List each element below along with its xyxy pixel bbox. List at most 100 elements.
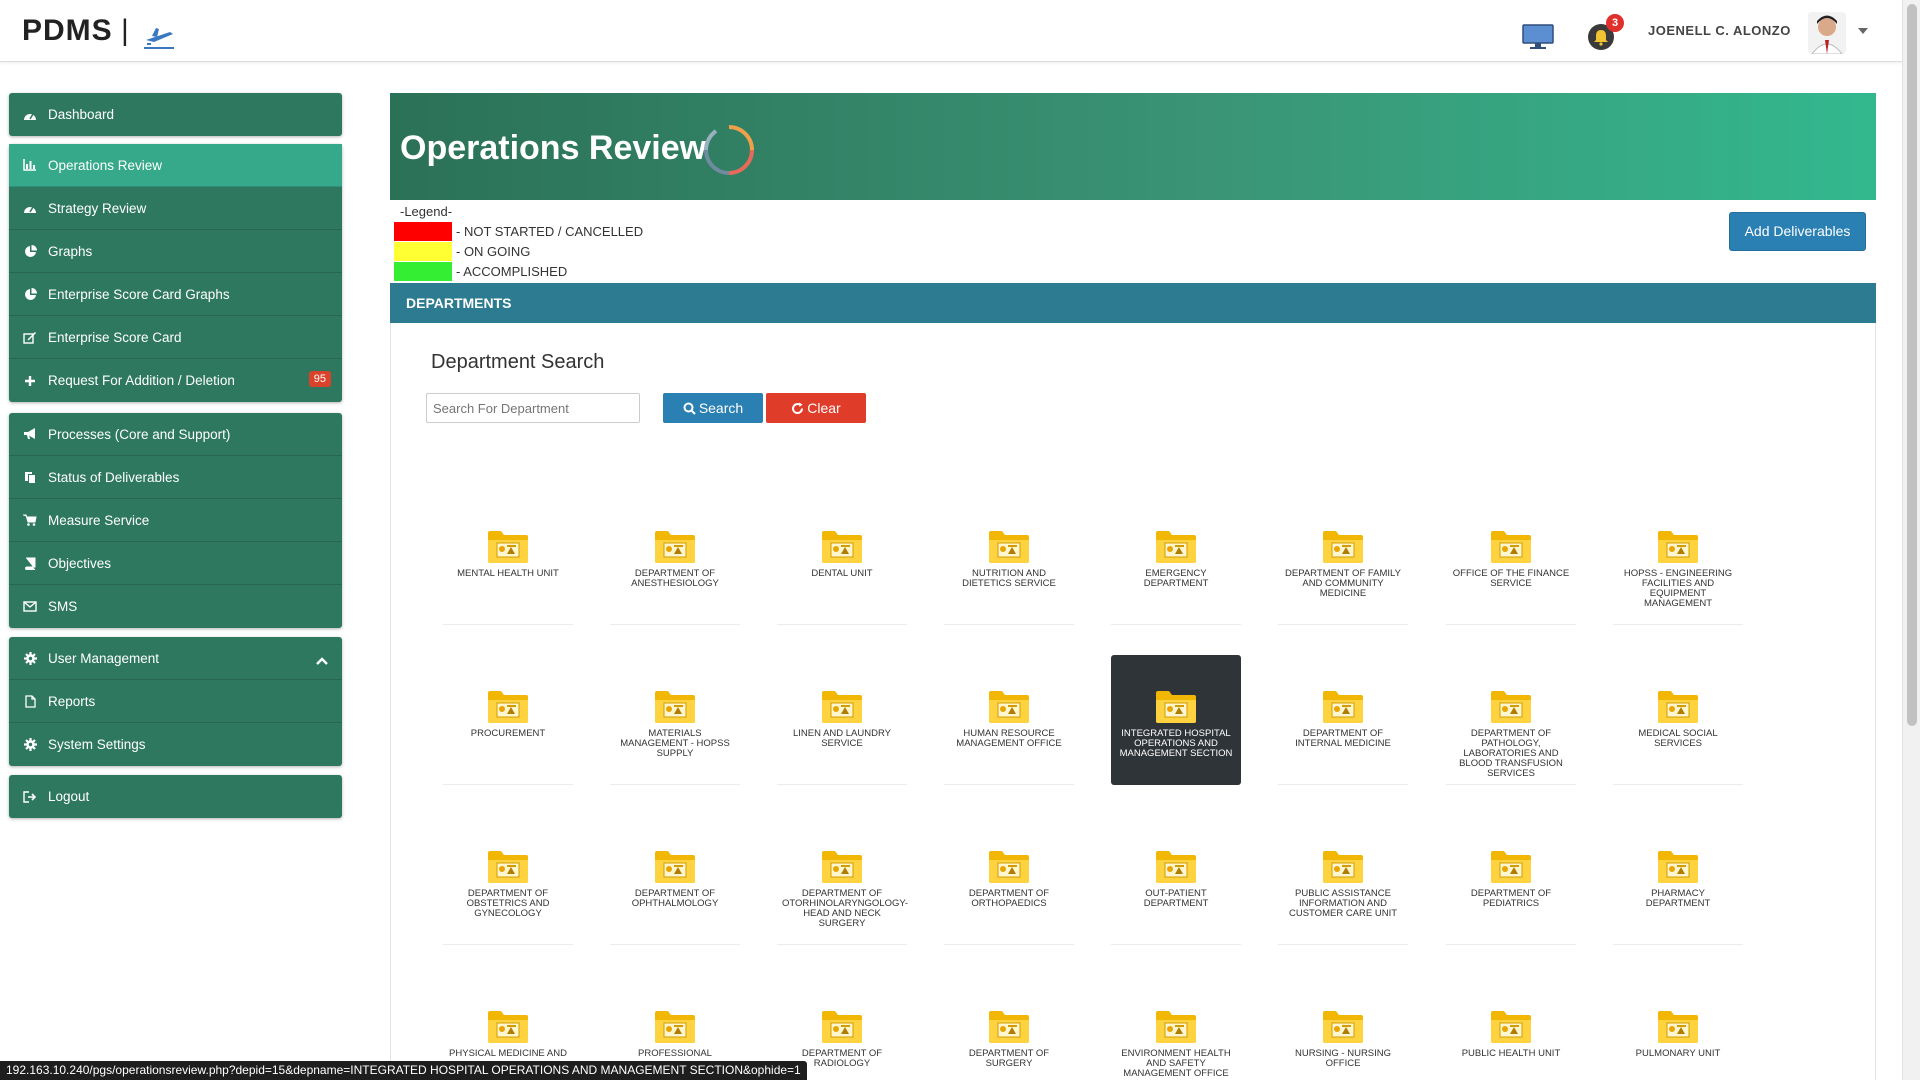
app-brand[interactable]: PDMS	[22, 14, 113, 48]
department-tile[interactable]: INTEGRATED HOSPITAL OPERATIONS AND MANAG…	[1111, 655, 1241, 785]
department-tile[interactable]: DEPARTMENT OF OPHTHALMOLOGY	[610, 815, 740, 945]
department-name: PROCUREMENT	[470, 728, 546, 739]
search-button[interactable]: Search	[663, 393, 763, 423]
sidebar-item-label: Processes (Core and Support)	[48, 426, 231, 442]
edit-icon	[22, 330, 38, 344]
sidebar-item-status-of-deliverables[interactable]: Status of Deliverables	[9, 456, 342, 499]
department-tile[interactable]: DEPARTMENT OF SURGERY	[944, 975, 1074, 1080]
folder-icon	[821, 1008, 863, 1044]
dashboard-icon	[22, 108, 38, 122]
folder-icon	[821, 528, 863, 564]
folder-icon	[988, 1008, 1030, 1044]
legend-swatch	[394, 262, 452, 281]
department-tile[interactable]: DEPARTMENT OF PEDIATRICS	[1446, 815, 1576, 945]
sidebar-item-measure-service[interactable]: Measure Service	[9, 499, 342, 542]
sidebar-item-label: User Management	[48, 650, 160, 666]
sidebar-item-user-management[interactable]: User Management	[9, 637, 342, 680]
department-tile[interactable]: OUT-PATIENT DEPARTMENT	[1111, 815, 1241, 945]
folder-icon	[1155, 528, 1197, 564]
clear-button[interactable]: Clear	[766, 393, 866, 423]
department-name: PUBLIC ASSISTANCE INFORMATION AND CUSTOM…	[1288, 888, 1398, 919]
bar-chart-icon	[22, 158, 38, 172]
sidebar-item-label: Operations Review	[48, 157, 163, 173]
department-tile[interactable]: MEDICAL SOCIAL SERVICES	[1613, 655, 1743, 785]
department-tile[interactable]: HUMAN RESOURCE MANAGEMENT OFFICE	[944, 655, 1074, 785]
sidebar-item-logout[interactable]: Logout	[9, 775, 342, 818]
sidebar-item-label: Request For Addition / Deletion	[48, 373, 235, 388]
department-tile[interactable]: PROCUREMENT	[443, 655, 573, 785]
sidebar-item-operations-review[interactable]: Operations Review	[9, 144, 342, 187]
sidebar-item-reports[interactable]: Reports	[9, 680, 342, 723]
sidebar-item-processes-core-and-support[interactable]: Processes (Core and Support)	[9, 413, 342, 456]
department-tile[interactable]: EMERGENCY DEPARTMENT	[1111, 495, 1241, 625]
department-tile[interactable]: MATERIALS MANAGEMENT - HOPSS SUPPLY	[610, 655, 740, 785]
scrollbar-thumb[interactable]	[1907, 4, 1917, 726]
legend-item-not-started: - NOT STARTED / CANCELLED	[394, 222, 643, 241]
department-tile[interactable]: NUTRITION AND DIETETICS SERVICE	[944, 495, 1074, 625]
gear-icon	[22, 651, 38, 665]
airplane-logo-icon	[144, 28, 174, 49]
department-name: OUT-PATIENT DEPARTMENT	[1143, 888, 1209, 909]
department-tile[interactable]: PUBLIC HEALTH UNIT	[1446, 975, 1576, 1080]
sidebar-item-sms[interactable]: SMS	[9, 585, 342, 628]
department-tile[interactable]: DEPARTMENT OF INTERNAL MEDICINE	[1278, 655, 1408, 785]
department-name: DEPARTMENT OF ORTHOPAEDICS	[968, 888, 1050, 909]
monitor-icon[interactable]	[1522, 24, 1554, 50]
legend-swatch	[394, 242, 452, 261]
folder-icon	[988, 688, 1030, 724]
folder-icon	[1490, 688, 1532, 724]
department-tile[interactable]: DEPARTMENT OF OBSTETRICS AND GYNECOLOGY	[443, 815, 573, 945]
department-name: DEPARTMENT OF FAMILY AND COMMUNITY MEDIC…	[1285, 568, 1401, 599]
pie-chart-icon	[22, 287, 38, 301]
department-tile[interactable]: DEPARTMENT OF PATHOLOGY, LABORATORIES AN…	[1446, 655, 1576, 785]
page-scrollbar[interactable]	[1902, 0, 1920, 1080]
department-tile[interactable]: DEPARTMENT OF ORTHOPAEDICS	[944, 815, 1074, 945]
sidebar-item-strategy-review[interactable]: Strategy Review	[9, 187, 342, 230]
sidebar-group: Processes (Core and Support) Status of De…	[9, 413, 342, 628]
legend-item-on-going: - ON GOING	[394, 242, 530, 261]
department-tile[interactable]: PULMONARY UNIT	[1613, 975, 1743, 1080]
department-tile[interactable]: PHARMACY DEPARTMENT	[1613, 815, 1743, 945]
folder-icon	[654, 528, 696, 564]
sidebar-group: Dashboard	[9, 93, 342, 136]
department-tile[interactable]: ENVIRONMENT HEALTH AND SAFETY MANAGEMENT…	[1111, 975, 1241, 1080]
department-tile[interactable]: DENTAL UNIT	[777, 495, 907, 625]
sidebar-item-enterprise-score-card[interactable]: Enterprise Score Card	[9, 316, 342, 359]
department-tile[interactable]: NURSING - NURSING OFFICE	[1278, 975, 1408, 1080]
department-name: DENTAL UNIT	[811, 568, 873, 579]
department-search-input[interactable]	[426, 393, 640, 423]
departments-header: DEPARTMENTS	[390, 283, 1876, 323]
department-name: INTEGRATED HOSPITAL OPERATIONS AND MANAG…	[1119, 728, 1233, 759]
sidebar-item-system-settings[interactable]: System Settings	[9, 723, 342, 766]
department-tile[interactable]: DEPARTMENT OF ANESTHESIOLOGY	[610, 495, 740, 625]
sidebar-item-label: Graphs	[48, 243, 93, 259]
username-label[interactable]: JOENELL C. ALONZO	[1648, 23, 1791, 38]
sidebar-item-label: Reports	[48, 693, 96, 709]
chevron-down-icon[interactable]	[1858, 28, 1868, 34]
sidebar-item-label: SMS	[48, 599, 78, 614]
department-tile[interactable]: DEPARTMENT OF OTORHINOLARYNGOLOGY-HEAD A…	[777, 815, 908, 945]
sidebar-item-label: Status of Deliverables	[48, 469, 180, 485]
department-tile[interactable]: PUBLIC ASSISTANCE INFORMATION AND CUSTOM…	[1278, 815, 1408, 945]
department-tile[interactable]: LINEN AND LAUNDRY SERVICE	[777, 655, 907, 785]
folder-icon	[1155, 1008, 1197, 1044]
sidebar-item-objectives[interactable]: Objectives	[9, 542, 342, 585]
department-name: PROFESSIONAL	[638, 1048, 712, 1059]
sidebar-item-dashboard[interactable]: Dashboard	[9, 93, 342, 136]
folder-icon	[487, 1008, 529, 1044]
department-tile[interactable]: OFFICE OF THE FINANCE SERVICE	[1446, 495, 1576, 625]
avatar[interactable]	[1808, 12, 1846, 54]
chevron-up-icon[interactable]	[316, 653, 328, 668]
add-deliverables-button[interactable]: Add Deliverables	[1729, 212, 1866, 251]
sidebar-item-graphs[interactable]: Graphs	[9, 230, 342, 273]
sidebar-item-request-for-addition-deletion[interactable]: Request For Addition / Deletion 95	[9, 359, 342, 402]
clear-button-label: Clear	[807, 400, 841, 416]
legend-swatch	[394, 222, 452, 241]
department-tile[interactable]: DEPARTMENT OF FAMILY AND COMMUNITY MEDIC…	[1278, 495, 1408, 625]
file-icon	[22, 694, 38, 708]
department-tile[interactable]: HOPSS - ENGINEERING FACILITIES AND EQUIP…	[1613, 495, 1743, 625]
sidebar-item-label: Objectives	[48, 555, 112, 571]
department-tile[interactable]: MENTAL HEALTH UNIT	[443, 495, 573, 625]
sidebar-item-enterprise-score-card-graphs[interactable]: Enterprise Score Card Graphs	[9, 273, 342, 316]
legend-item-accomplished: - ACCOMPLISHED	[394, 262, 567, 281]
